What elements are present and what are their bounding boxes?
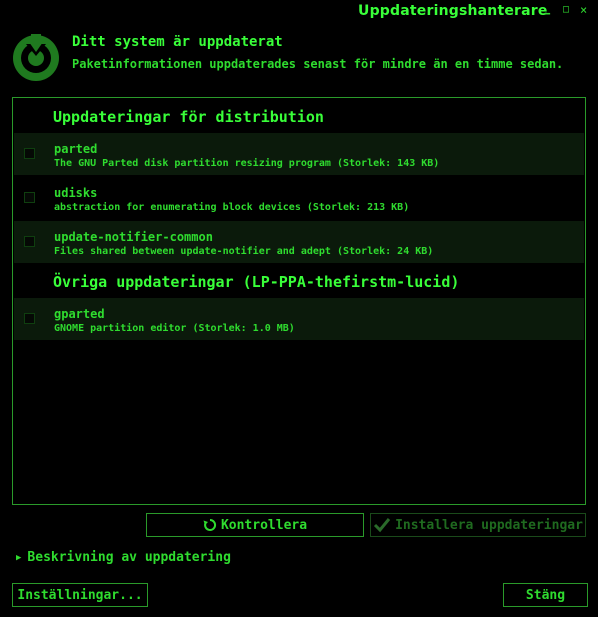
maximize-icon[interactable]: □ [563, 4, 569, 16]
package-name: update-notifier-common [54, 230, 213, 244]
minimize-icon[interactable]: ▁ [544, 4, 550, 16]
check-button[interactable]: Kontrollera [146, 513, 364, 537]
list-item[interactable]: gparted GNOME partition editor (Storlek:… [14, 298, 584, 340]
package-description: GNOME partition editor (Storlek: 1.0 MB) [54, 323, 295, 334]
package-checkbox[interactable] [24, 313, 35, 324]
install-updates-button[interactable]: Installera uppdateringar [370, 513, 586, 537]
install-updates-label: Installera uppdateringar [395, 517, 583, 533]
refresh-icon [203, 518, 217, 532]
status-title: Ditt system är uppdaterat [72, 34, 283, 50]
settings-button-label: Inställningar... [17, 587, 143, 603]
settings-button[interactable]: Inställningar... [12, 583, 148, 607]
close-button-label: Stäng [525, 587, 566, 603]
package-name: gparted [54, 307, 105, 321]
package-name: parted [54, 142, 98, 156]
list-item[interactable]: udisks abstraction for enumerating block… [14, 177, 584, 219]
checkmark-icon [373, 517, 391, 533]
window-titlebar[interactable]: Uppdateringshanterare ▁ □ × [0, 0, 598, 24]
expander-label: Beskrivning av uppdatering [27, 550, 231, 565]
updates-list[interactable]: Uppdateringar för distribution parted Th… [12, 97, 586, 505]
expander-arrow-icon: ▶ [16, 552, 22, 563]
check-button-label: Kontrollera [220, 517, 308, 533]
package-checkbox[interactable] [24, 148, 35, 159]
section-title-distribution: Uppdateringar för distribution [53, 108, 324, 126]
close-button[interactable]: Stäng [503, 583, 588, 607]
package-checkbox[interactable] [24, 236, 35, 247]
list-item[interactable]: parted The GNU Parted disk partition res… [14, 133, 584, 175]
update-manager-logo-icon [12, 34, 60, 82]
section-title-other: Övriga uppdateringar (LP-PPA-thefirstm-l… [53, 273, 460, 291]
status-subtitle: Paketinformationen uppdaterades senast f… [72, 57, 564, 71]
close-window-icon[interactable]: × [580, 4, 587, 16]
window-title: Uppdateringshanterare [358, 3, 548, 19]
package-description: The GNU Parted disk partition resizing p… [54, 158, 440, 169]
package-name: udisks [54, 186, 98, 200]
package-description: abstraction for enumerating block device… [54, 202, 410, 213]
package-description: Files shared between update-notifier and… [54, 246, 434, 257]
update-description-expander[interactable]: ▶ Beskrivning av uppdatering [16, 550, 231, 565]
package-checkbox[interactable] [24, 192, 35, 203]
list-item[interactable]: update-notifier-common Files shared betw… [14, 221, 584, 263]
